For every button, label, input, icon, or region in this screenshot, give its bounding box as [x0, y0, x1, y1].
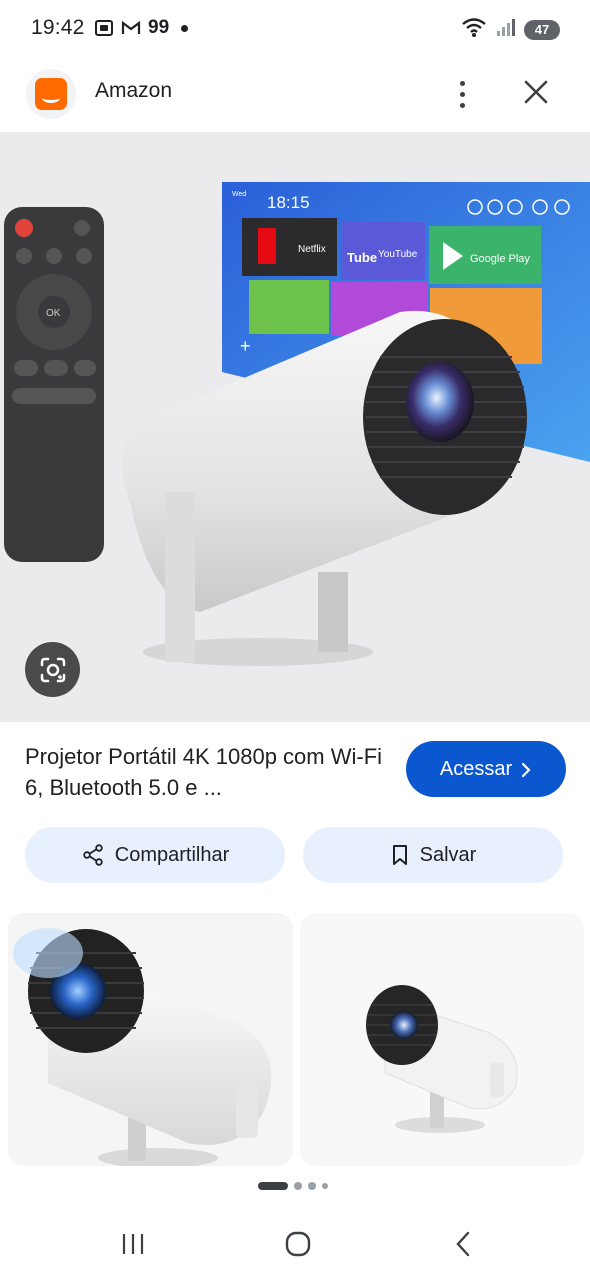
dot-icon — [181, 24, 189, 32]
share-button-label: Compartilhar — [114, 843, 230, 866]
tile-netflix: Netflix — [298, 244, 326, 255]
back-icon[interactable] — [433, 1222, 493, 1266]
battery-level: 47 — [534, 22, 550, 37]
app-title: Amazon — [95, 79, 173, 102]
thumbnail-image-2[interactable] — [300, 913, 584, 1166]
remote-control: OK — [4, 207, 104, 562]
thumbnail-image-1[interactable] — [8, 913, 293, 1166]
tile-google-play: Google Play — [470, 253, 530, 265]
gmail-icon — [121, 20, 141, 36]
visit-button-label: Acessar — [439, 757, 513, 780]
status-notification-icons: 99 — [94, 17, 189, 39]
chevron-right-icon — [522, 762, 531, 777]
signal-icon — [496, 17, 516, 42]
svg-text:Wed: Wed — [232, 191, 246, 198]
screen-time: 18:15 — [267, 193, 310, 212]
tile-youtube: YouTube — [378, 249, 418, 260]
status-system-icons: 47 — [460, 16, 560, 43]
svg-text:+: + — [240, 336, 251, 356]
save-button[interactable]: Salvar — [303, 827, 563, 883]
app-bar: Amazon — [0, 58, 590, 130]
bookmark-icon — [392, 845, 407, 865]
amazon-logo-icon — [35, 78, 67, 110]
image-pagination — [258, 1182, 328, 1190]
visit-button[interactable]: Acessar — [406, 741, 566, 797]
projector-thumbnail-2 — [300, 913, 584, 1166]
screenshot-icon — [94, 19, 114, 37]
save-button-label: Salvar — [419, 843, 477, 866]
svg-text:Tube: Tube — [347, 250, 377, 265]
pagination-dot — [322, 1183, 328, 1189]
notification-count: 99 — [148, 17, 170, 38]
pagination-dot — [308, 1182, 316, 1190]
product-hero-image[interactable]: Wed 18:15 Netflix Tube YouTube Google Pl… — [0, 132, 590, 722]
status-time: 19:42 — [31, 16, 85, 39]
amazon-favicon — [26, 69, 76, 119]
system-nav-bar — [0, 1208, 590, 1280]
google-lens-icon[interactable] — [25, 642, 80, 697]
home-icon[interactable] — [268, 1222, 328, 1266]
more-vert-icon[interactable] — [446, 74, 478, 114]
status-bar: 19:42 99 47 — [0, 0, 590, 58]
share-button[interactable]: Compartilhar — [25, 827, 285, 883]
product-title: Projetor Portátil 4K 1080p com Wi-Fi 6, … — [25, 744, 383, 800]
battery-icon: 47 — [524, 19, 560, 40]
close-icon[interactable] — [518, 74, 554, 110]
svg-text:OK: OK — [46, 308, 61, 319]
projector-illustration: Wed 18:15 Netflix Tube YouTube Google Pl… — [4, 182, 590, 666]
pagination-dot-active — [258, 1182, 288, 1190]
pagination-dot — [294, 1182, 302, 1190]
recents-icon[interactable] — [103, 1222, 163, 1266]
share-icon — [83, 844, 103, 866]
wifi-icon — [460, 16, 488, 43]
projector-thumbnail-1 — [8, 913, 293, 1166]
